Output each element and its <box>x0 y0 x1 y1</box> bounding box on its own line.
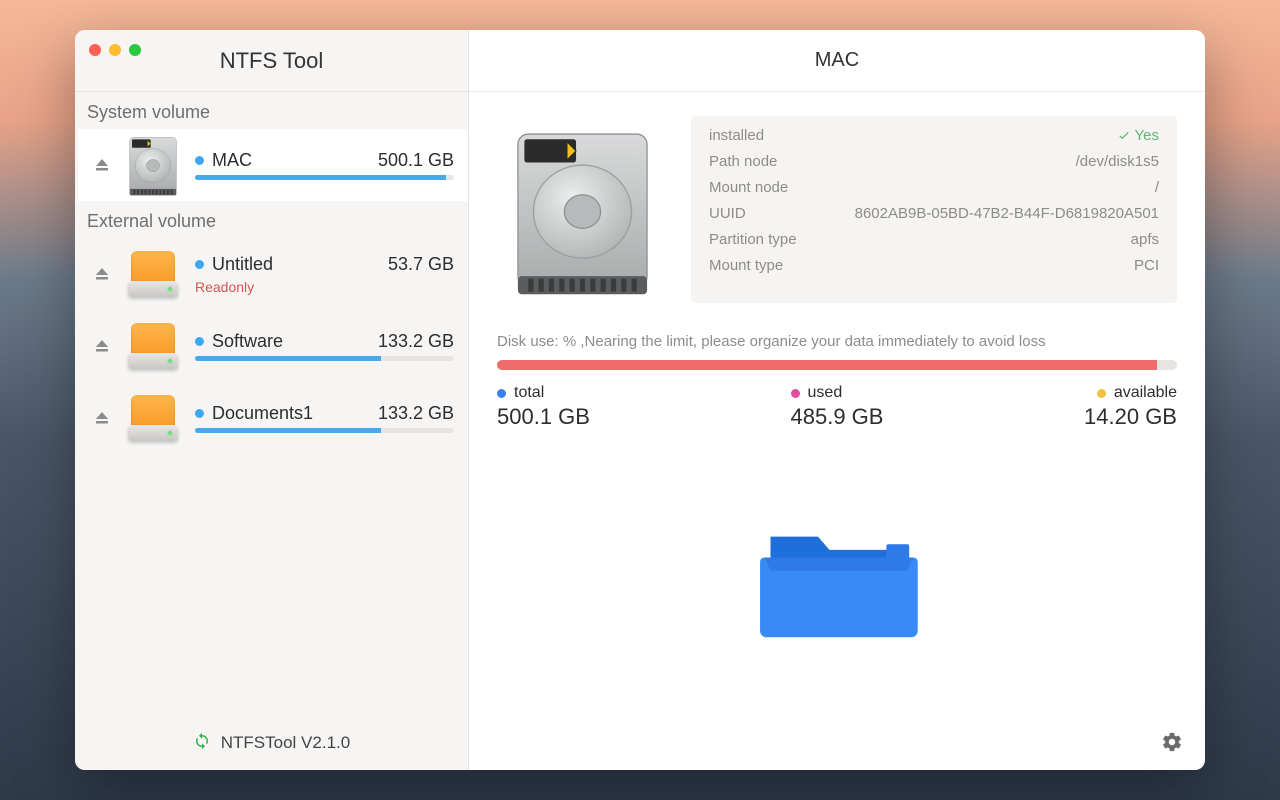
volume-usage-bar <box>195 428 454 433</box>
dot-icon <box>1097 389 1106 398</box>
sidebar-footer: NTFSTool V2.1.0 <box>75 716 468 770</box>
detail-top: installedYesPath node/dev/disk1s5Mount n… <box>497 116 1177 303</box>
volume-size: 53.7 GB <box>388 254 454 275</box>
usage-bar <box>497 360 1177 370</box>
sidebar-titlebar: NTFS Tool <box>75 30 468 92</box>
sidebar: NTFS Tool System volume MAC 500.1 GB Exte… <box>75 30 469 770</box>
detail-label: Path node <box>709 153 777 170</box>
status-dot-icon <box>195 337 204 346</box>
detail-value: Yes <box>1117 127 1159 144</box>
volume-item[interactable]: Documents1 133.2 GB <box>75 382 468 454</box>
detail-row: installed Yes <box>709 122 1159 148</box>
section-label-external: External volume <box>75 201 468 238</box>
usage-warning-label: Disk use: % ,Nearing the limit, please o… <box>497 333 1177 350</box>
detail-table: installedYesPath node/dev/disk1s5Mount n… <box>691 116 1177 303</box>
detail-row: Mount type PCI <box>709 252 1159 278</box>
main-body: installedYesPath node/dev/disk1s5Mount n… <box>469 92 1205 718</box>
detail-label: UUID <box>709 205 746 222</box>
app-window: NTFS Tool System volume MAC 500.1 GB Exte… <box>75 30 1205 770</box>
volume-size: 133.2 GB <box>378 331 454 352</box>
detail-label: Partition type <box>709 231 797 248</box>
stat-total: total 500.1 GB <box>497 384 590 430</box>
main-footer <box>469 718 1205 770</box>
version-label: NTFSTool V2.1.0 <box>221 733 350 753</box>
main-panel: MAC installedYesPath node/dev/disk1s5Mou… <box>469 30 1205 770</box>
external-volume-list: Untitled53.7 GBReadonlySoftware133.2 GBD… <box>75 238 468 716</box>
eject-button[interactable] <box>93 338 111 354</box>
window-controls <box>89 44 141 56</box>
app-title: NTFS Tool <box>89 48 454 74</box>
detail-label: Mount node <box>709 179 788 196</box>
eject-button[interactable] <box>93 410 111 426</box>
volume-item[interactable]: Untitled 53.7 GB Readonly <box>75 238 468 310</box>
volume-item[interactable]: Software 133.2 GB <box>75 310 468 382</box>
volume-usage-bar <box>195 356 454 361</box>
main-title: MAC <box>469 30 1205 92</box>
volume-status: Readonly <box>195 279 454 295</box>
detail-label: installed <box>709 127 764 144</box>
detail-label: Mount type <box>709 257 783 274</box>
stat-available: available 14.20 GB <box>1084 384 1177 430</box>
refresh-icon[interactable] <box>193 732 211 755</box>
volume-size: 500.1 GB <box>378 150 454 171</box>
detail-value: PCI <box>1134 257 1159 274</box>
dot-icon <box>791 389 800 398</box>
volume-name: Documents1 <box>195 403 313 424</box>
volume-size: 133.2 GB <box>378 403 454 424</box>
usage-bar-fill <box>497 360 1157 370</box>
volume-name: MAC <box>195 150 252 171</box>
volume-item[interactable]: MAC 500.1 GB <box>75 129 468 201</box>
hdd-icon <box>125 137 181 193</box>
detail-row: UUID 8602AB9B-05BD-47B2-B44F-D6819820A501 <box>709 200 1159 226</box>
open-folder-area[interactable] <box>497 470 1177 698</box>
eject-button[interactable] <box>93 157 111 173</box>
status-dot-icon <box>195 260 204 269</box>
status-dot-icon <box>195 409 204 418</box>
volume-name: Software <box>195 331 283 352</box>
detail-value: 8602AB9B-05BD-47B2-B44F-D6819820A501 <box>855 205 1159 222</box>
detail-row: Mount node / <box>709 174 1159 200</box>
folder-icon <box>742 510 932 658</box>
detail-row: Path node/dev/disk1s5 <box>709 148 1159 174</box>
detail-row: Partition type apfs <box>709 226 1159 252</box>
eject-button[interactable] <box>93 266 111 282</box>
section-label-system: System volume <box>75 92 468 129</box>
system-volume-list: MAC 500.1 GB <box>75 129 468 201</box>
minimize-button[interactable] <box>109 44 121 56</box>
maximize-button[interactable] <box>129 44 141 56</box>
detail-value: / <box>1155 179 1159 196</box>
external-drive-icon <box>125 318 181 374</box>
drive-image <box>497 116 667 303</box>
volume-name: Untitled <box>195 254 273 275</box>
detail-value: apfs <box>1131 231 1159 248</box>
external-drive-icon <box>125 390 181 446</box>
stat-used: used 485.9 GB <box>791 384 884 430</box>
close-button[interactable] <box>89 44 101 56</box>
settings-button[interactable] <box>1161 731 1183 758</box>
status-dot-icon <box>195 156 204 165</box>
detail-value: /dev/disk1s5 <box>1076 153 1159 170</box>
external-drive-icon <box>125 246 181 302</box>
dot-icon <box>497 389 506 398</box>
usage-stats: total 500.1 GB used 485.9 GB available 1… <box>497 384 1177 430</box>
volume-usage-bar <box>195 175 454 180</box>
